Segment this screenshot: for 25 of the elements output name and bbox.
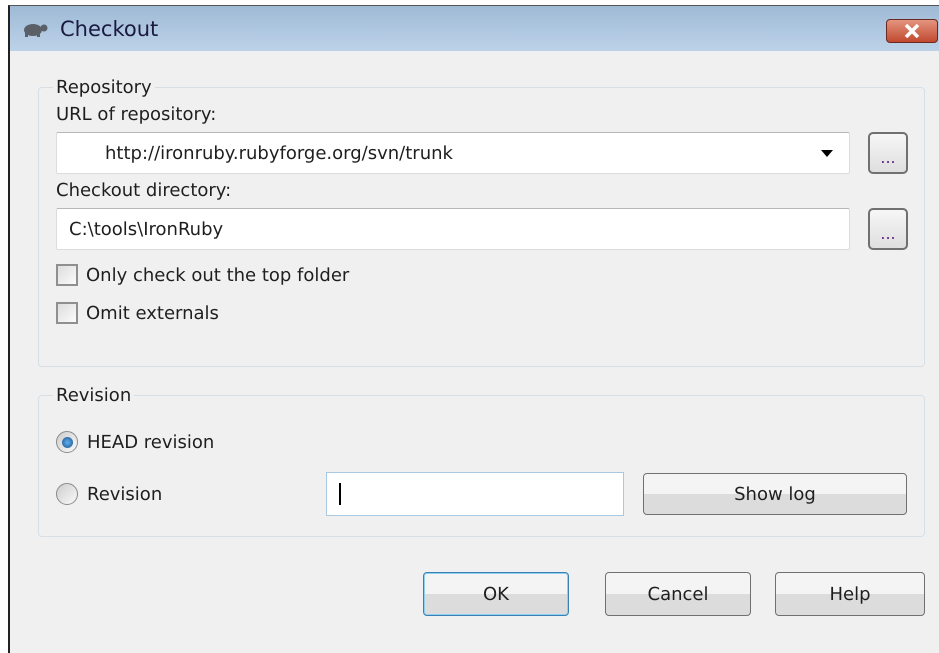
radio-button[interactable] (56, 431, 78, 453)
group-title: Repository (55, 77, 153, 98)
url-combo-box[interactable]: http://ironruby.rubyforge.org/svn/trunk (56, 132, 850, 174)
show-log-button[interactable]: Show log (643, 473, 907, 515)
directory-field[interactable]: C:\tools\IronRuby (56, 208, 850, 250)
radio-label: Revision (87, 484, 164, 504)
window-title: Checkout (60, 16, 158, 40)
radio-label: HEAD revision (87, 432, 216, 452)
dialog-button[interactable]: Cancel (605, 572, 751, 616)
group-title: Revision (55, 385, 132, 406)
checkbox-label: Only check out the top folder (86, 264, 350, 286)
revision-field[interactable] (326, 472, 624, 516)
checkbox[interactable] (56, 302, 78, 324)
field-label: Checkout directory: (56, 180, 232, 202)
dialog-button[interactable]: OK (423, 572, 569, 616)
field-label: URL of repository: (56, 104, 218, 126)
checkbox[interactable] (56, 264, 78, 286)
browse-button[interactable]: ... (868, 208, 908, 250)
checkbox-label: Omit externals (86, 302, 219, 324)
dialog-button[interactable]: Help (775, 572, 925, 616)
close-button[interactable] (886, 19, 938, 43)
radio-button[interactable] (56, 483, 78, 505)
browse-button[interactable]: ... (868, 132, 908, 174)
close-icon (904, 24, 920, 38)
dropdown-arrow-icon (821, 150, 833, 156)
